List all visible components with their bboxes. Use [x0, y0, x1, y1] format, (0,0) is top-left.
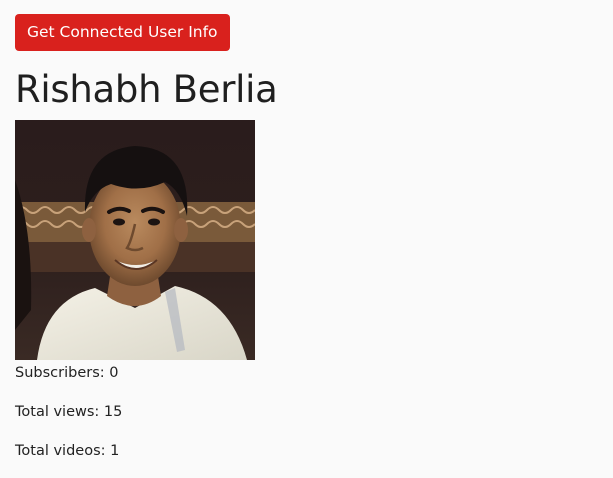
get-connected-user-info-button[interactable]: Get Connected User Info: [15, 14, 230, 51]
user-info-panel: Get Connected User Info Rishabh Berlia S…: [15, 14, 278, 460]
total-videos-count: Total videos: 1: [15, 443, 120, 459]
user-name: Rishabh Berlia: [15, 68, 278, 111]
subscribers-count: Subscribers: 0: [15, 365, 119, 381]
total-views-count: Total views: 15: [15, 404, 123, 420]
profile-photo: [15, 120, 255, 360]
